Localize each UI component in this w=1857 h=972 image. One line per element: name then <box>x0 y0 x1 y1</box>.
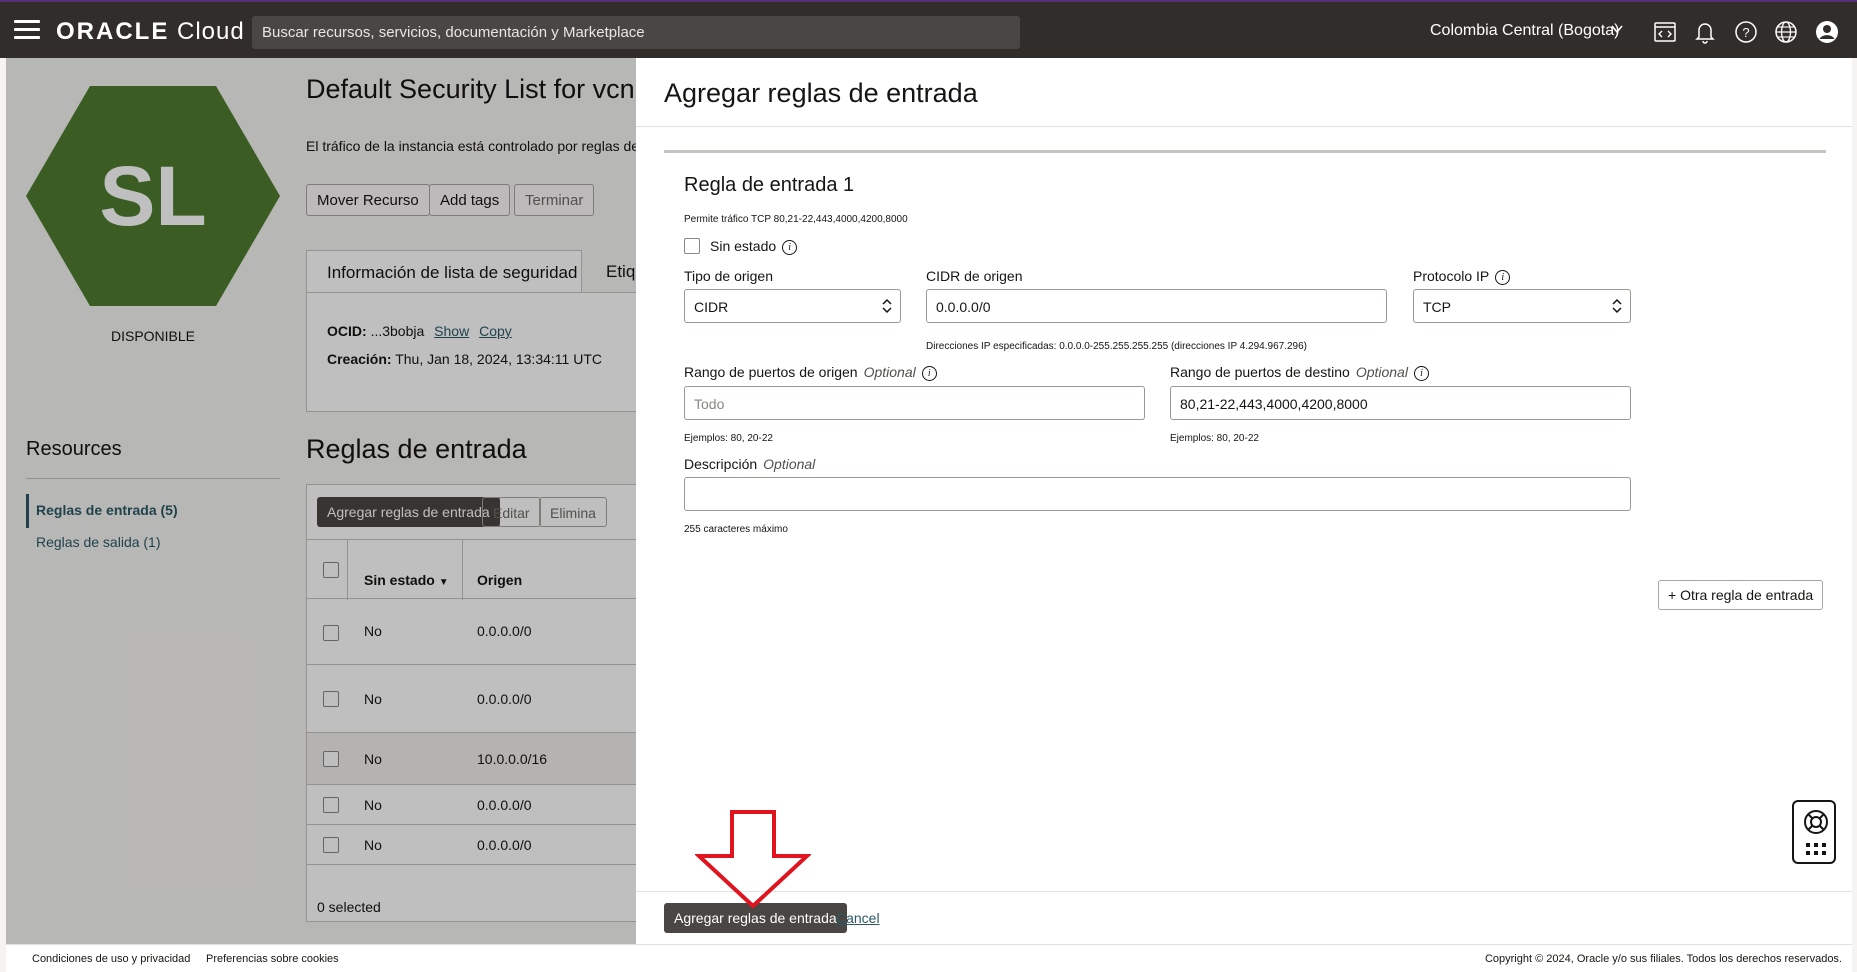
cancel-link[interactable]: Cancel <box>836 910 880 926</box>
add-another-ingress-rule-button[interactable]: + Otra regla de entrada <box>1658 580 1824 610</box>
rule-heading: Regla de entrada 1 <box>684 174 855 196</box>
terms-link[interactable]: Condiciones de uso y privacidad <box>32 953 190 965</box>
add-ingress-rules-panel: Agregar reglas de entrada Regla de entra… <box>636 58 1852 944</box>
ip-protocol-select[interactable]: TCP <box>1413 289 1631 323</box>
description-hint: 255 caracteres máximo <box>684 524 788 535</box>
divider <box>664 150 1826 153</box>
chevron-down-icon[interactable] <box>1610 22 1624 36</box>
description-input[interactable] <box>684 477 1631 511</box>
help-widget[interactable] <box>1792 800 1836 864</box>
destination-port-hint: Ejemplos: 80, 20-22 <box>1170 433 1259 444</box>
info-icon[interactable]: i <box>1495 269 1511 285</box>
source-port-range-input[interactable]: Todo <box>684 386 1145 420</box>
region-selector[interactable]: Colombia Central (Bogota) <box>1430 22 1619 40</box>
source-cidr-hint: Direcciones IP especificadas: 0.0.0.0-25… <box>926 341 1307 352</box>
cookie-preferences-link[interactable]: Preferencias sobre cookies <box>206 953 339 965</box>
description-label: Descripción Optional <box>684 456 816 472</box>
search-input[interactable]: Buscar recursos, servicios, documentació… <box>252 16 1020 49</box>
copyright-text: Copyright © 2024, Oracle y/o sus filiale… <box>1484 953 1842 965</box>
divider <box>636 891 1852 892</box>
rule-summary: Permite tráfico TCP 80,21-22,443,4000,42… <box>684 214 908 225</box>
source-type-select[interactable]: CIDR <box>684 289 901 323</box>
select-arrows-icon <box>882 298 892 314</box>
stateless-label: Sin estado i <box>710 238 798 255</box>
globe-icon[interactable] <box>1773 19 1799 45</box>
red-arrow-annotation-icon <box>695 810 811 909</box>
page-footer: Condiciones de uso y privacidad Preferen… <box>6 944 1852 972</box>
svg-text:?: ? <box>1742 25 1749 40</box>
source-type-label: Tipo de origen <box>684 268 773 284</box>
code-editor-icon[interactable] <box>1652 19 1678 45</box>
oracle-cloud-logo[interactable]: ORACLE Cloud <box>56 18 245 46</box>
stateless-checkbox[interactable] <box>684 238 700 254</box>
info-icon[interactable]: i <box>921 365 937 381</box>
info-icon[interactable]: i <box>782 239 798 255</box>
lifebuoy-icon <box>1804 810 1828 834</box>
source-cidr-input[interactable]: 0.0.0.0/0 <box>926 289 1387 323</box>
divider <box>636 126 1852 127</box>
top-navigation-bar: ORACLE Cloud Buscar recursos, servicios,… <box>0 0 1857 58</box>
source-port-hint: Ejemplos: 80, 20-22 <box>684 433 773 444</box>
ip-protocol-label: Protocolo IP i <box>1413 268 1511 285</box>
help-icon[interactable]: ? <box>1733 19 1759 45</box>
destination-port-range-label: Rango de puertos de destino Optional i <box>1170 364 1429 381</box>
user-icon[interactable] <box>1814 19 1840 45</box>
bell-icon[interactable] <box>1692 19 1718 45</box>
source-cidr-label: CIDR de origen <box>926 268 1023 284</box>
grid-icon <box>1806 843 1826 855</box>
select-arrows-icon <box>1612 298 1622 314</box>
source-port-range-label: Rango de puertos de origen Optional i <box>684 364 937 381</box>
info-icon[interactable]: i <box>1413 365 1429 381</box>
modal-backdrop[interactable] <box>6 58 636 944</box>
destination-port-range-input[interactable]: 80,21-22,443,4000,4200,8000 <box>1170 386 1631 420</box>
menu-icon[interactable] <box>14 20 40 40</box>
panel-title: Agregar reglas de entrada <box>664 78 978 108</box>
